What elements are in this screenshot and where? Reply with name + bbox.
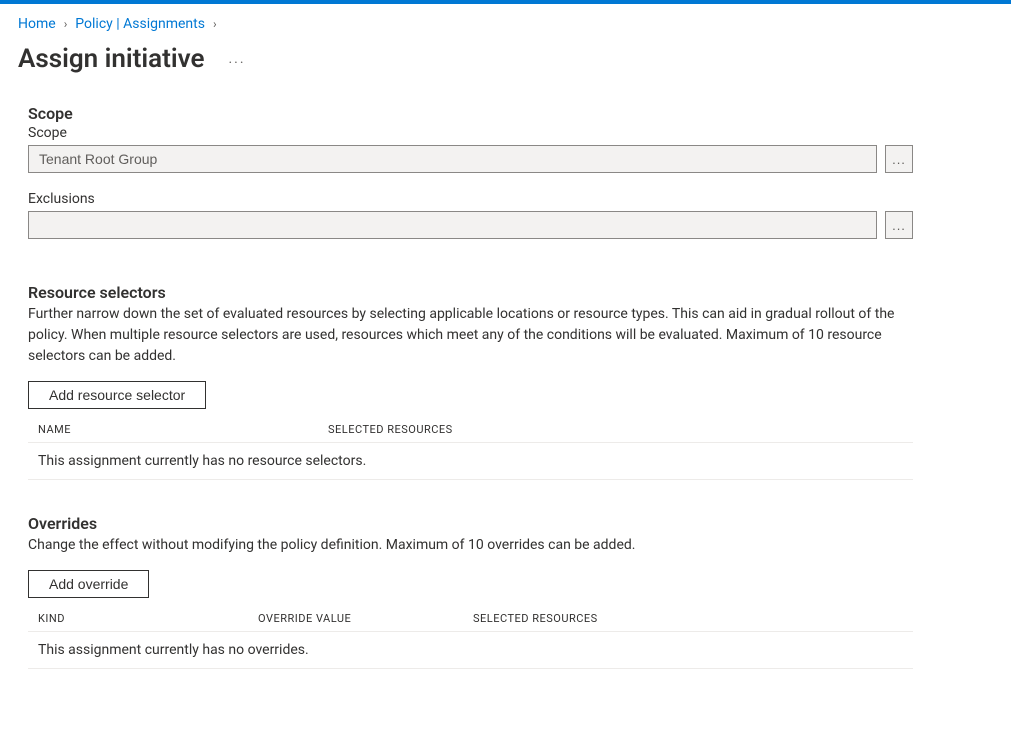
page-title-row: Assign initiative ... [18,44,993,74]
add-resource-selector-button[interactable]: Add resource selector [28,381,206,409]
scope-picker-button[interactable]: ... [885,145,913,173]
overrides-heading: Overrides [28,514,913,533]
overrides-empty-row: This assignment currently has no overrid… [28,631,913,669]
add-override-button[interactable]: Add override [28,570,149,598]
column-selected-resources: SELECTED RESOURCES [473,612,903,625]
resource-selectors-desc: Further narrow down the set of evaluated… [28,304,913,367]
resource-selectors-heading: Resource selectors [28,283,913,302]
resource-selectors-table-header: NAME SELECTED RESOURCES [28,415,913,442]
breadcrumb: Home › Policy | Assignments › [18,16,993,32]
column-kind: KIND [38,612,258,625]
exclusions-input-row: ... [28,211,913,239]
column-override-value: OVERRIDE VALUE [258,612,473,625]
page-title: Assign initiative [18,44,204,74]
chevron-right-icon: › [213,17,217,31]
form-area: Scope Scope ... Exclusions ... Resource … [18,104,993,669]
scope-field-label: Scope [28,125,913,141]
chevron-right-icon: › [64,17,68,31]
breadcrumb-home[interactable]: Home [18,16,56,32]
column-name: NAME [38,423,328,436]
resource-selectors-empty-row: This assignment currently has no resourc… [28,442,913,480]
scope-input-row: ... [28,145,913,173]
more-menu-icon[interactable]: ... [224,47,249,71]
main-content: Home › Policy | Assignments › Assign ini… [0,4,1011,689]
column-selected-resources: SELECTED RESOURCES [328,423,903,436]
scope-heading: Scope [28,104,913,123]
overrides-table-header: KIND OVERRIDE VALUE SELECTED RESOURCES [28,604,913,631]
overrides-desc: Change the effect without modifying the … [28,535,913,556]
exclusions-picker-button[interactable]: ... [885,211,913,239]
exclusions-field-label: Exclusions [28,191,913,207]
breadcrumb-policy-assignments[interactable]: Policy | Assignments [75,16,205,32]
scope-input[interactable] [28,145,877,173]
exclusions-input[interactable] [28,211,877,239]
